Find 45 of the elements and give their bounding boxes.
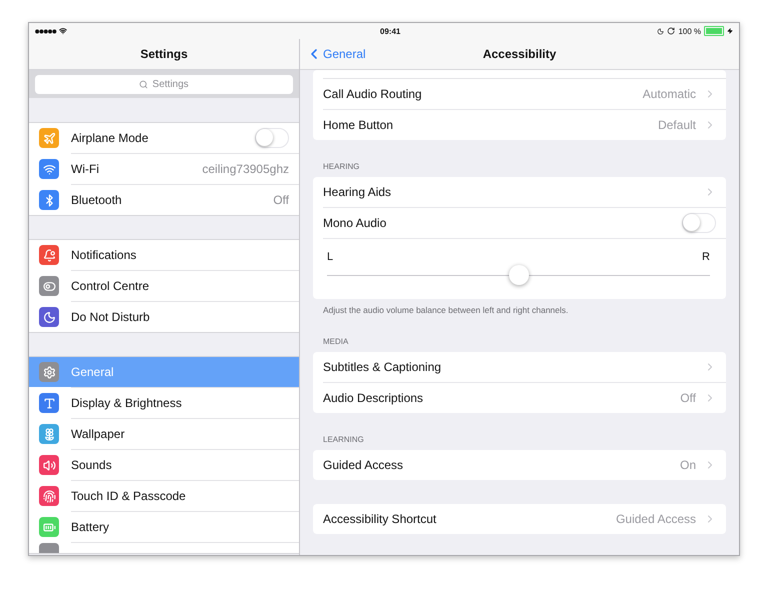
row-label: Subtitles & Captioning	[323, 360, 442, 374]
row-value: Guided Access	[616, 512, 696, 526]
item-label: Sounds	[71, 458, 113, 472]
settings-row[interactable]: Guided Access On	[313, 450, 726, 480]
row-value: Off	[680, 391, 696, 405]
item-label: Wi-Fi	[71, 162, 100, 176]
row-label: Hearing Aids	[323, 185, 392, 199]
row-value: On	[680, 458, 696, 472]
row-label: Mono Audio	[323, 216, 388, 230]
settings-row[interactable]: Hearing Aids	[313, 177, 726, 207]
item-label: Display & Brightness	[71, 396, 183, 410]
item-value: Off	[273, 193, 289, 207]
section-footer: Adjust the audio volume balance between left and right channels.	[313, 299, 726, 315]
row-value: Automatic	[642, 87, 696, 101]
settings-row[interactable]: Call Audio Routing Automatic	[313, 79, 726, 109]
row-value: Default	[658, 118, 696, 132]
row-label: Accessibility Shortcut	[323, 512, 438, 526]
section-header: LEARNING	[322, 434, 365, 446]
item-label: Bluetooth	[71, 193, 123, 207]
row-label: Call Audio Routing	[323, 87, 423, 101]
row-label: Audio Descriptions	[323, 391, 424, 405]
settings-row[interactable]: Accessibility Shortcut Guided Access	[313, 504, 726, 534]
left-label: L	[327, 251, 334, 263]
back-button[interactable]: General	[306, 39, 366, 69]
row-label: Home Button	[323, 118, 394, 132]
page-title: Accessibility	[482, 47, 556, 61]
battery-percent: 100 %	[678, 26, 701, 36]
item-label: Airplane Mode	[71, 131, 150, 145]
item-label: Battery	[71, 520, 110, 534]
right-label: R	[702, 251, 710, 263]
section-header: HEARING	[322, 161, 360, 173]
row-label: Guided Access	[323, 458, 404, 472]
settings-row[interactable]: Home Button Default	[313, 110, 726, 140]
settings-row[interactable]: Audio Descriptions Off	[313, 383, 726, 413]
item-label: Do Not Disturb	[71, 310, 151, 324]
item-label: Notifications	[71, 248, 138, 262]
item-label: General	[71, 365, 115, 379]
item-value: ceiling73905ghz	[202, 162, 289, 176]
item-label: Control Centre	[71, 279, 150, 293]
status-time: 09:41	[380, 26, 402, 36]
section-header: MEDIA	[322, 336, 350, 348]
sidebar-title: Settings	[140, 47, 188, 61]
item-label: Wallpaper	[71, 427, 126, 441]
item-label: Touch ID & Passcode	[71, 489, 187, 503]
settings-row[interactable]: Subtitles & Captioning	[313, 352, 726, 382]
